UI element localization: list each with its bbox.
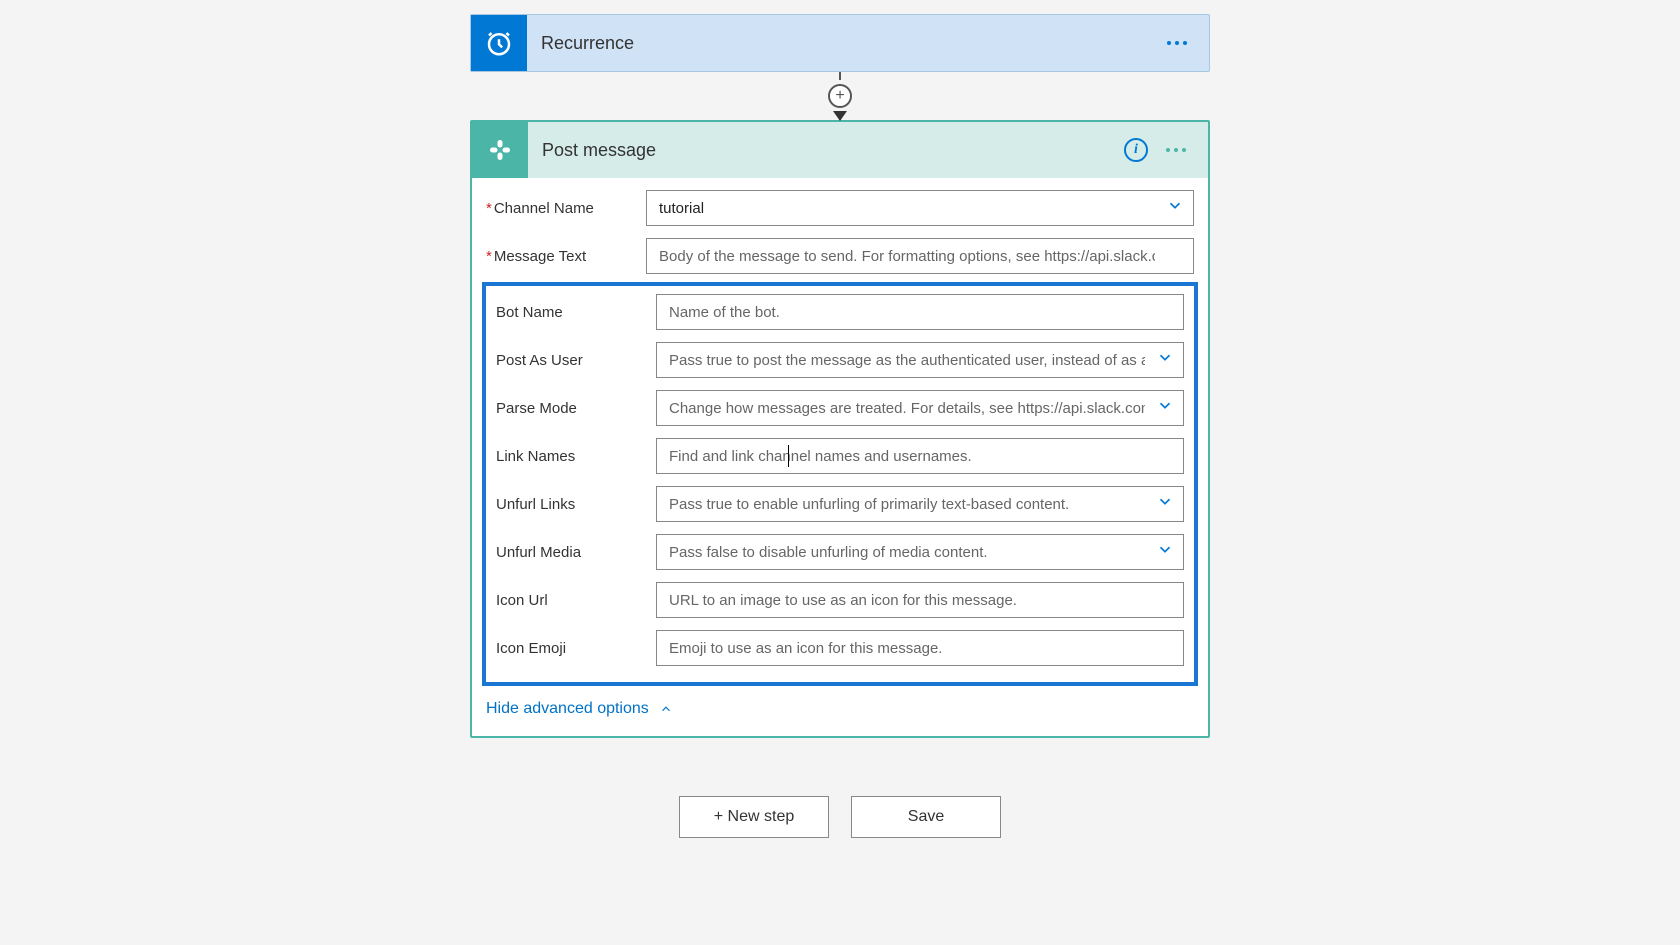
parse-mode-select[interactable]: [656, 390, 1184, 426]
chevron-up-icon: [659, 702, 673, 716]
unfurl-links-select[interactable]: [656, 486, 1184, 522]
plus-icon: +: [835, 88, 844, 104]
link-names-input[interactable]: [656, 438, 1184, 474]
field-channel-name: *Channel Name: [486, 190, 1194, 226]
slack-icon: [472, 122, 528, 178]
field-parse-mode: Parse Mode: [496, 390, 1184, 426]
flow-connector: +: [828, 72, 852, 120]
field-icon-url: Icon Url: [496, 582, 1184, 618]
arrow-down-icon: [833, 111, 847, 121]
field-icon-emoji: Icon Emoji: [496, 630, 1184, 666]
post-as-user-select[interactable]: [656, 342, 1184, 378]
field-bot-name: Bot Name: [496, 294, 1184, 330]
clock-icon: [471, 15, 527, 71]
post-message-card: Post message i *Channel Name *Message Te…: [470, 120, 1210, 738]
field-unfurl-links: Unfurl Links: [496, 486, 1184, 522]
post-message-menu-button[interactable]: [1166, 148, 1186, 152]
bot-name-input[interactable]: [656, 294, 1184, 330]
save-button[interactable]: Save: [851, 796, 1001, 838]
channel-name-select[interactable]: [646, 190, 1194, 226]
text-cursor: [788, 445, 789, 467]
field-message-text: *Message Text: [486, 238, 1194, 274]
hide-advanced-toggle[interactable]: Hide advanced options: [472, 700, 1208, 736]
message-text-input[interactable]: [646, 238, 1194, 274]
recurrence-card[interactable]: Recurrence: [470, 14, 1210, 72]
footer-actions: + New step Save: [679, 796, 1001, 838]
field-link-names: Link Names: [496, 438, 1184, 474]
field-post-as-user: Post As User: [496, 342, 1184, 378]
recurrence-menu-button[interactable]: [1167, 41, 1187, 45]
post-message-header[interactable]: Post message i: [472, 122, 1208, 178]
advanced-options-highlight: Bot Name Post As User Parse Mode: [482, 282, 1198, 686]
icon-emoji-input[interactable]: [656, 630, 1184, 666]
recurrence-title: Recurrence: [527, 33, 1167, 54]
icon-url-input[interactable]: [656, 582, 1184, 618]
info-icon[interactable]: i: [1124, 138, 1148, 162]
post-message-title: Post message: [528, 140, 1124, 161]
unfurl-media-select[interactable]: [656, 534, 1184, 570]
new-step-button[interactable]: + New step: [679, 796, 829, 838]
add-step-button[interactable]: +: [828, 84, 852, 108]
field-unfurl-media: Unfurl Media: [496, 534, 1184, 570]
